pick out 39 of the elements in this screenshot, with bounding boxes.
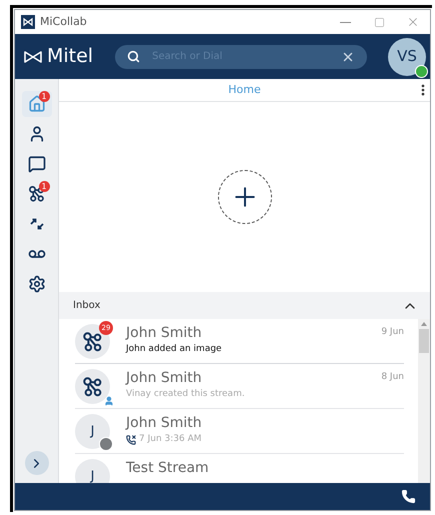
user-avatar[interactable]: VS [388,38,426,76]
phone-button[interactable] [401,489,416,504]
avatar-initial: J [90,468,94,483]
contact-name: John Smith [126,369,202,387]
brand-logo-icon [23,50,43,62]
window-title: MiCollab [40,14,87,30]
avatar-initial: J [90,422,94,441]
message-date: 8 Jun [381,371,404,384]
sidebar-item[interactable]: 1 [22,181,52,207]
brand-name: Mitel [47,44,94,70]
add-button[interactable] [218,170,272,224]
chat-icon [28,155,46,173]
notification-badge: 1 [38,181,50,192]
stream-icon [82,330,104,352]
contact-name: John Smith [126,414,202,432]
missed-call-icon [126,434,136,445]
scrollbar-thumb[interactable] [419,329,429,353]
scrollbar[interactable] [418,319,430,483]
inbox-row[interactable]: J John Smith 7 Jun 3:36 AM [75,409,404,454]
message-preview: John added an image [126,343,222,356]
maximize-icon [374,16,384,28]
inbox-title: Inbox [73,299,100,313]
contact-name: Test Stream [126,459,209,477]
phone-icon [401,489,416,504]
stream-icon [82,376,104,398]
message-preview: 7 Jun 3:36 AM [139,433,202,446]
stream-icon [28,185,46,203]
app-logo-icon [21,15,35,29]
search-icon [127,50,140,63]
notification-badge: 1 [38,91,50,102]
page-title: Home [228,82,261,98]
contact-name: John Smith [126,324,202,342]
settings-icon [28,275,46,293]
message-date: 9 Jun [381,326,404,340]
sidebar-item[interactable]: 1 [22,91,52,117]
expand-sidebar-button[interactable] [24,451,48,475]
inbox-row[interactable]: John Smith 8 Jun Vinay created this stream. [75,364,404,409]
message-preview: Vinay created this stream. [126,388,245,401]
home-icon [28,95,46,113]
